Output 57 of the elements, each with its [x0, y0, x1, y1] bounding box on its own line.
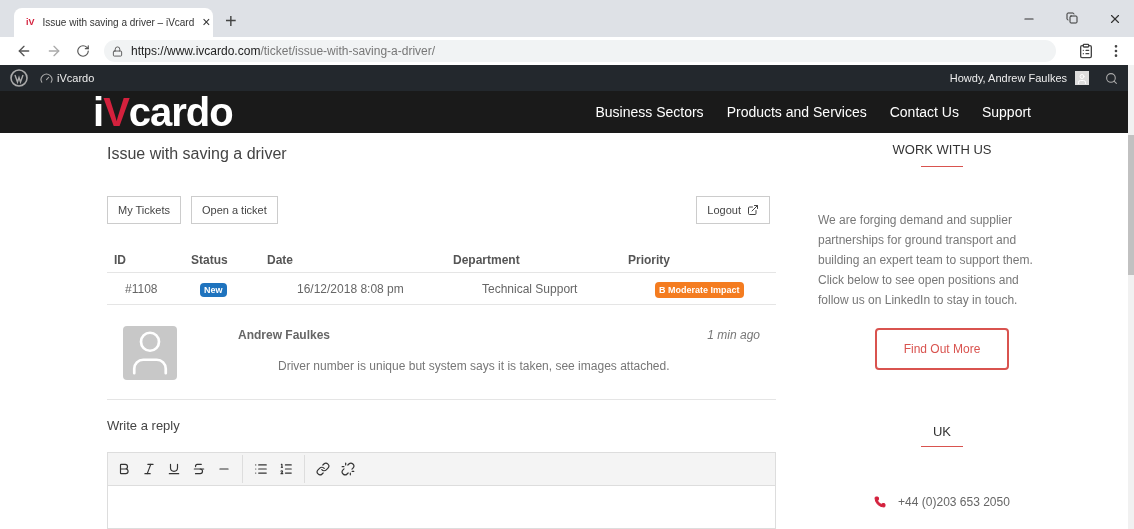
scrollbar[interactable] [1128, 65, 1134, 529]
ticket-nav-button[interactable]: Open a ticket [190, 196, 278, 224]
sidebar-heading: WORK WITH US [892, 141, 992, 159]
url-text: https://www.ivcardo.com/ticket/issue-with-saving-a-driver/ [131, 43, 436, 60]
wordpress-logo-icon[interactable] [10, 69, 28, 87]
nav-link[interactable]: Support [981, 101, 1031, 123]
avatar-placeholder [123, 326, 177, 380]
tab-close-button[interactable]: × [202, 12, 211, 33]
nav-link[interactable]: Business Sectors [595, 101, 704, 123]
clipboard-icon[interactable] [1078, 43, 1094, 59]
search-icon[interactable] [1105, 71, 1118, 85]
numbered-list-icon[interactable] [279, 461, 293, 476]
ticket-date: 16/12/2018 8:08 pm [297, 281, 404, 296]
browser-tab[interactable]: iV Issue with saving a driver – iVcard × [14, 8, 213, 37]
column-header: Date [267, 252, 293, 267]
underline-icon[interactable] [167, 461, 181, 476]
nav-link[interactable]: Products and Services [726, 101, 867, 123]
column-header: Status [191, 252, 228, 267]
page-title: Issue with saving a driver [107, 144, 288, 164]
sidebar-text: We are forging demand and supplier partnerships for ground transport and building an expert team to support them. Click below to see open positions and follow us on LinkedIn to stay in touch. [817, 211, 1034, 309]
italic-icon[interactable] [142, 461, 156, 476]
greeting-link[interactable]: Howdy, Andrew Faulkes [949, 69, 1067, 87]
lock-icon [112, 45, 123, 57]
ticket-nav-button[interactable]: My Tickets [107, 196, 181, 224]
address-bar[interactable]: https://www.ivcardo.com/ticket/issue-with-saving-a-driver/ [104, 40, 1056, 62]
bold-icon[interactable] [117, 461, 131, 476]
tab-favicon: iV [26, 15, 35, 29]
site-name-link[interactable]: iVcardo [57, 69, 95, 87]
unlink-icon[interactable] [341, 461, 355, 476]
phone-number: +44 (0)203 653 2050 [898, 494, 1010, 511]
strikethrough-icon[interactable] [192, 461, 206, 476]
tab-title: Issue with saving a driver – iVcard [42, 16, 195, 30]
dashboard-icon[interactable] [40, 71, 53, 85]
message-author: Andrew Faulkes [238, 327, 331, 344]
phone-icon [874, 496, 887, 508]
site-logo[interactable]: iVcardo [93, 92, 233, 132]
link-icon[interactable] [316, 461, 330, 476]
message-text: Driver number is unique but system says it is taken, see images attached. [278, 358, 671, 375]
column-header: Department [453, 252, 520, 267]
external-link-icon [747, 204, 759, 216]
restore-icon[interactable] [1066, 11, 1078, 24]
message-time: 1 min ago [707, 327, 760, 344]
column-header: Priority [628, 252, 670, 267]
status-badge: New [200, 282, 227, 297]
new-tab-button[interactable]: + [225, 11, 237, 31]
logout-button[interactable]: Logout [696, 196, 770, 224]
reload-icon[interactable] [76, 44, 90, 58]
bullet-list-icon[interactable] [254, 461, 268, 476]
reply-heading: Write a reply [107, 417, 181, 435]
ticket-id: #1108 [125, 281, 158, 296]
find-out-more-button[interactable]: Find Out More [875, 327, 1009, 370]
region-heading: UK [932, 422, 952, 441]
priority-badge: B Moderate Impact [655, 281, 744, 298]
column-header: ID [114, 252, 126, 267]
back-icon[interactable] [16, 43, 32, 59]
ticket-department: Technical Support [482, 281, 578, 296]
nav-link[interactable]: Contact Us [889, 101, 959, 123]
